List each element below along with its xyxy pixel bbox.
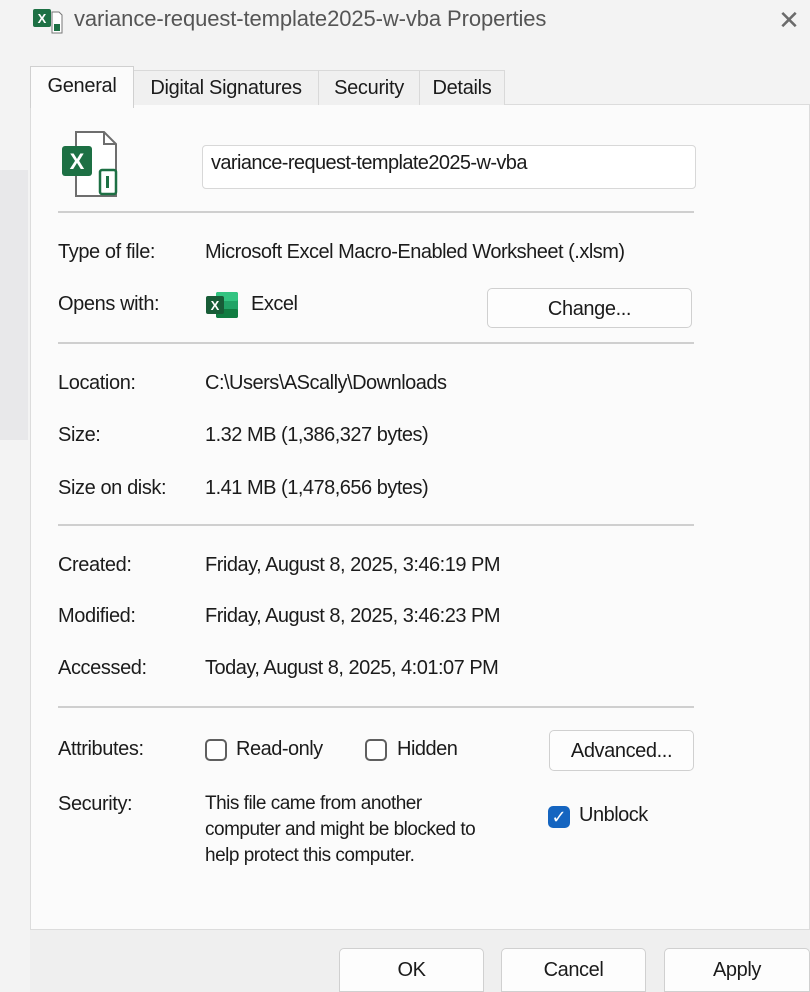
divider: [58, 524, 694, 526]
divider: [58, 211, 694, 213]
opens-with-label: Opens with:: [58, 293, 160, 315]
attributes-label: Attributes:: [58, 738, 144, 760]
size-on-disk-label: Size on disk:: [58, 477, 167, 499]
read-only-label: Read-only: [236, 738, 323, 760]
created-label: Created:: [58, 554, 132, 576]
location-value: C:\Users\AScally\Downloads: [205, 372, 447, 394]
ok-button[interactable]: OK: [339, 948, 484, 992]
modified-value: Friday, August 8, 2025, 3:46:23 PM: [205, 605, 501, 627]
apply-button[interactable]: Apply: [664, 948, 810, 992]
tab-general[interactable]: General: [30, 66, 134, 108]
modified-label: Modified:: [58, 605, 136, 627]
close-icon: ✕: [778, 5, 800, 35]
svg-text:X: X: [38, 11, 47, 26]
security-label: Security:: [58, 793, 133, 815]
close-button[interactable]: ✕: [772, 4, 806, 38]
tab-digital-signatures[interactable]: Digital Signatures: [133, 70, 319, 105]
title-bar: X variance-request-template2025-w-vba Pr…: [0, 0, 810, 46]
security-message-line-2: computer and might be blocked to: [205, 819, 476, 840]
type-of-file-value: Microsoft Excel Macro-Enabled Worksheet …: [205, 241, 625, 263]
size-on-disk-value: 1.41 MB (1,478,656 bytes): [205, 477, 429, 499]
divider: [58, 706, 694, 708]
checkmark-icon: ✓: [551, 807, 567, 827]
unblock-label: Unblock: [579, 804, 648, 826]
size-label: Size:: [58, 424, 101, 446]
unblock-checkbox[interactable]: ✓: [548, 806, 570, 828]
opens-with-app: Excel: [251, 293, 298, 315]
excel-file-icon: X: [33, 9, 63, 34]
security-message-line-3: help protect this computer.: [205, 845, 415, 866]
svg-text:X: X: [70, 149, 85, 174]
created-value: Friday, August 8, 2025, 3:46:19 PM: [205, 554, 501, 576]
accessed-value: Today, August 8, 2025, 4:01:07 PM: [205, 657, 499, 679]
size-value: 1.32 MB (1,386,327 bytes): [205, 424, 429, 446]
advanced-button[interactable]: Advanced...: [549, 730, 694, 771]
divider: [58, 342, 694, 344]
read-only-checkbox[interactable]: [205, 739, 227, 761]
change-button[interactable]: Change...: [487, 288, 692, 328]
tab-security[interactable]: Security: [318, 70, 420, 105]
excel-app-icon: X: [206, 292, 238, 318]
hidden-label: Hidden: [397, 738, 458, 760]
file-name-input[interactable]: [202, 145, 696, 189]
security-message-line-1: This file came from another: [205, 793, 422, 814]
accessed-label: Accessed:: [58, 657, 147, 679]
hidden-checkbox[interactable]: [365, 739, 387, 761]
window-title: variance-request-template2025-w-vba Prop…: [74, 6, 547, 31]
tab-details[interactable]: Details: [419, 70, 505, 105]
svg-text:X: X: [211, 298, 220, 313]
background-strip: [0, 170, 28, 440]
type-of-file-label: Type of file:: [58, 241, 156, 263]
location-label: Location:: [58, 372, 136, 394]
cancel-button[interactable]: Cancel: [501, 948, 646, 992]
excel-macro-file-icon: X: [62, 131, 118, 197]
